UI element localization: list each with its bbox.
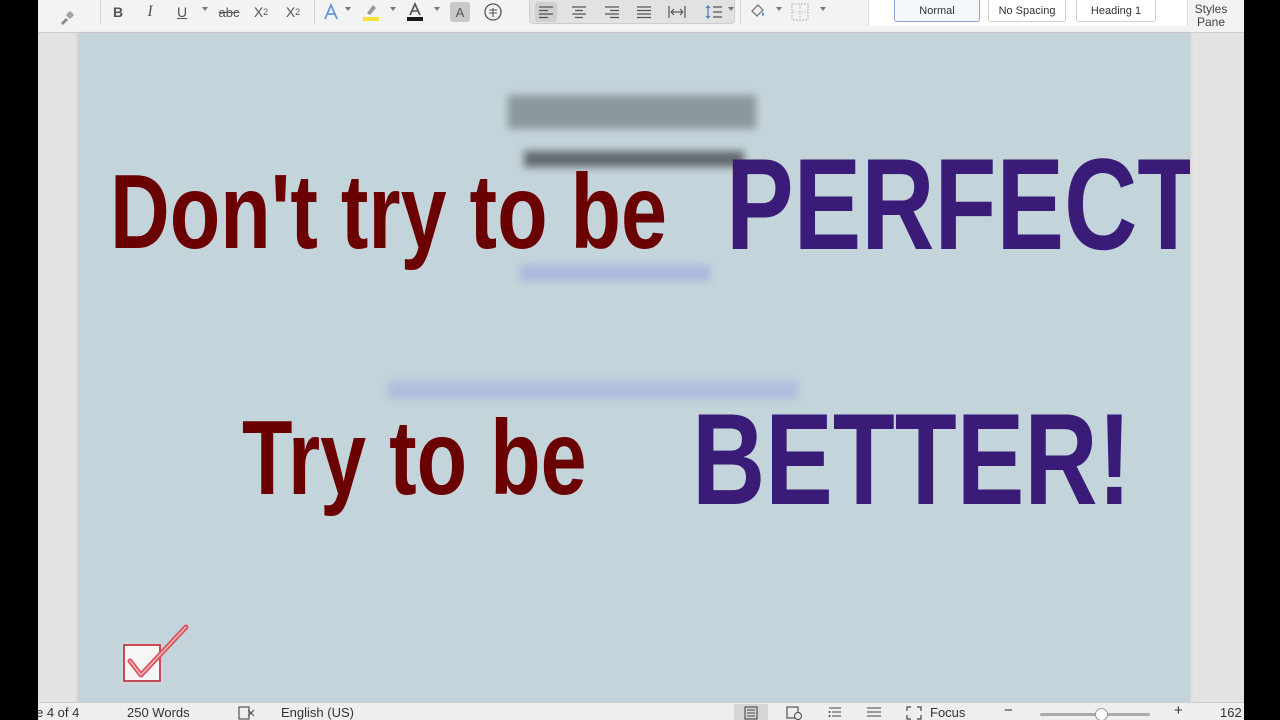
style-heading-1-label: Heading 1	[1090, 4, 1142, 17]
enclose-characters-button[interactable]	[482, 2, 504, 22]
document-page[interactable]: Don't try to be PERFECT Try to be BETTER…	[78, 33, 1190, 702]
styles-pane-label-line2: Pane	[1196, 15, 1226, 29]
style-normal-label: Normal	[919, 4, 955, 17]
style-heading-1[interactable]: Heading 1	[1076, 0, 1156, 22]
text-effects-dropdown-caret[interactable]	[345, 7, 351, 11]
font-color-button[interactable]	[402, 2, 428, 22]
character-shading-button[interactable]: A	[450, 2, 470, 22]
align-right-icon	[605, 6, 619, 19]
enclosed-character-icon	[484, 3, 502, 21]
align-center-button[interactable]	[568, 2, 590, 22]
outline-view-button[interactable]	[823, 704, 847, 720]
headline-line1-part2: PERFECT	[726, 131, 1190, 277]
justify-button[interactable]	[633, 2, 655, 22]
font-color-icon	[407, 2, 423, 21]
focus-mode-button[interactable]	[904, 704, 924, 720]
superscript-label: X	[285, 4, 296, 20]
bold-label: B	[112, 4, 124, 20]
ribbon-toolbar: B I U abc X2 X2 A Normal No Spacing Head…	[38, 0, 1244, 33]
borders-button[interactable]	[788, 2, 812, 22]
style-no-spacing[interactable]: No Spacing	[988, 0, 1066, 22]
word-count[interactable]: 250 Words	[127, 706, 190, 720]
paragraph-shading-button[interactable]	[746, 2, 770, 22]
proofing-book-icon	[238, 706, 255, 720]
zoom-in-button[interactable]: +	[1174, 703, 1183, 718]
text-effects-icon	[324, 3, 338, 20]
print-layout-icon	[744, 705, 758, 720]
character-shading-label: A	[455, 4, 465, 20]
proofing-status[interactable]	[238, 706, 256, 720]
highlight-dropdown-caret[interactable]	[390, 7, 396, 11]
line-spacing-button[interactable]	[702, 2, 726, 22]
style-no-spacing-label: No Spacing	[998, 4, 1056, 17]
underline-dropdown-caret[interactable]	[202, 7, 208, 11]
align-right-button[interactable]	[601, 2, 623, 22]
document-area[interactable]: Don't try to be PERFECT Try to be BETTER…	[38, 33, 1244, 702]
line-spacing-dropdown-caret[interactable]	[728, 7, 734, 11]
styles-pane-button[interactable]: Styles Pane	[1188, 3, 1234, 29]
word-window: B I U abc X2 X2 A Normal No Spacing Head…	[38, 0, 1244, 720]
borders-icon	[791, 3, 809, 21]
status-bar: e 4 of 4 250 Words English (US) Focus − …	[38, 702, 1244, 720]
superscript-button[interactable]: X2	[282, 2, 304, 22]
subscript-label: X	[253, 4, 264, 20]
format-painter-button[interactable]	[56, 8, 78, 28]
print-layout-view-button[interactable]	[734, 704, 768, 720]
distributed-button[interactable]	[665, 2, 689, 22]
align-left-button[interactable]	[535, 2, 557, 22]
distributed-icon	[668, 6, 686, 18]
headline-line2-part2: BETTER!	[692, 386, 1132, 532]
underline-label: U	[176, 4, 188, 20]
focus-label[interactable]: Focus	[930, 706, 965, 720]
subscript-button[interactable]: X2	[250, 2, 272, 22]
text-effects-button[interactable]	[320, 2, 342, 22]
justify-icon	[637, 6, 651, 19]
zoom-out-button[interactable]: −	[1004, 703, 1013, 718]
page-count[interactable]: e 4 of 4	[38, 706, 79, 720]
language-status[interactable]: English (US)	[281, 706, 354, 720]
paragraph-shading-dropdown-caret[interactable]	[776, 7, 782, 11]
headline-line2-part1: Try to be	[242, 399, 587, 517]
zoom-percentage[interactable]: 162	[1220, 706, 1242, 720]
highlight-button[interactable]	[358, 2, 384, 22]
web-layout-icon	[786, 705, 802, 720]
align-center-icon	[572, 6, 586, 19]
paintbrush-icon	[61, 11, 74, 25]
draft-view-button[interactable]	[862, 704, 886, 720]
checkbox-logo	[120, 621, 190, 696]
strikethrough-label: abc	[218, 4, 240, 20]
style-normal[interactable]: Normal	[894, 0, 980, 22]
checkmark-box-icon	[121, 624, 189, 684]
blurred-title	[508, 95, 756, 129]
font-color-dropdown-caret[interactable]	[434, 7, 440, 11]
italic-label: I	[147, 3, 153, 20]
strikethrough-button[interactable]: abc	[216, 2, 242, 22]
outline-icon	[828, 706, 841, 717]
superscript-mark: 2	[295, 7, 301, 17]
highlighter-icon	[363, 5, 379, 21]
web-layout-view-button[interactable]	[782, 704, 806, 720]
italic-button[interactable]: I	[140, 2, 160, 22]
focus-icon	[906, 705, 922, 720]
bold-button[interactable]: B	[108, 2, 128, 22]
underline-button[interactable]: U	[172, 2, 192, 22]
zoom-slider-thumb[interactable]	[1095, 708, 1108, 720]
align-left-icon	[539, 6, 553, 19]
headline-line1-part1: Don't try to be	[110, 153, 668, 271]
line-spacing-icon	[705, 5, 722, 19]
paint-bucket-icon	[751, 4, 764, 17]
borders-dropdown-caret[interactable]	[820, 7, 826, 11]
draft-icon	[867, 706, 881, 717]
subscript-mark: 2	[263, 7, 269, 17]
